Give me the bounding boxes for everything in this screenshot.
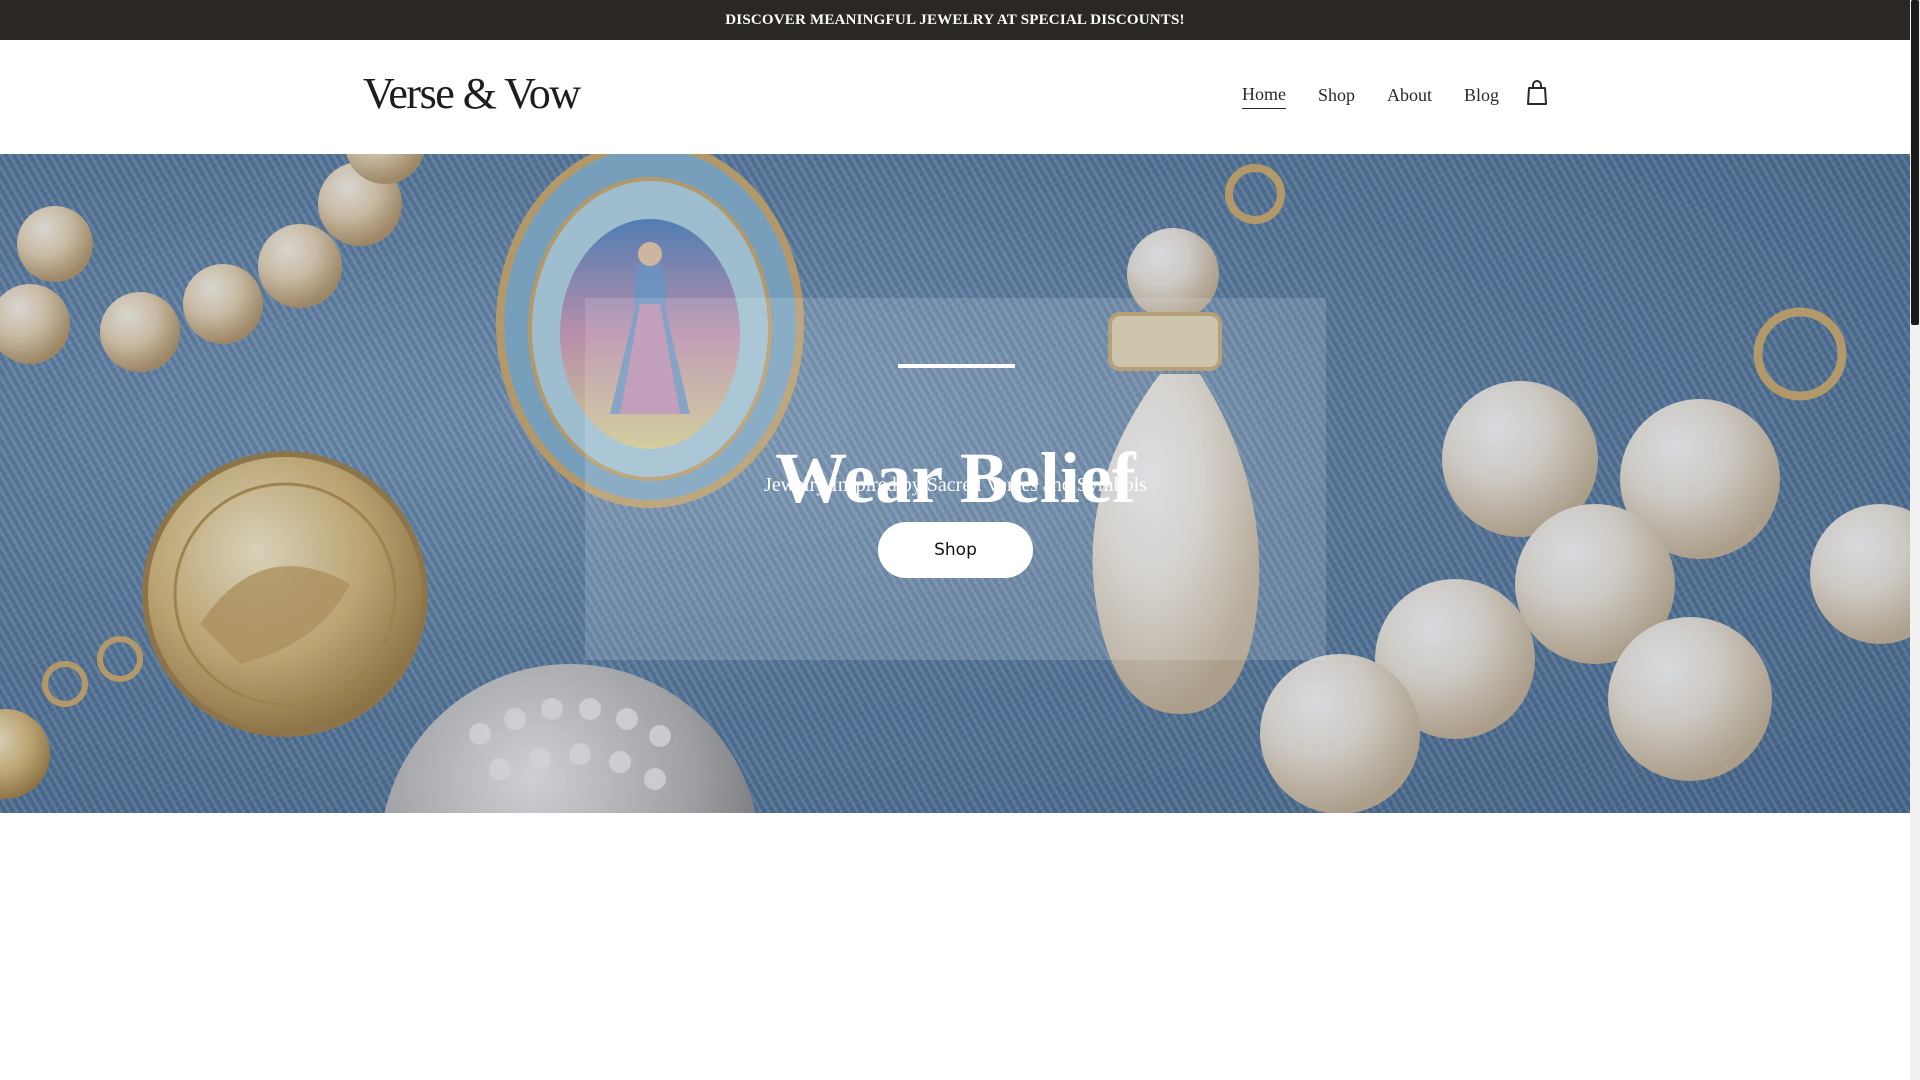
nav-shop[interactable]: Shop: [1318, 85, 1355, 109]
nav-blog[interactable]: Blog: [1464, 85, 1499, 109]
page-scrollbar[interactable]: [1910, 0, 1920, 1080]
hero-shop-button[interactable]: Shop: [878, 522, 1033, 578]
hero-section: Wear Belief Jewelry Inspired by Sacred V…: [0, 154, 1910, 813]
main-nav: Home Shop About Blog: [1242, 84, 1499, 109]
announcement-bar: DISCOVER MEANINGFUL JEWELRY AT SPECIAL D…: [0, 0, 1910, 40]
announcement-text: DISCOVER MEANINGFUL JEWELRY AT SPECIAL D…: [725, 11, 1185, 28]
hero-subtitle: Jewelry Inspired by Sacred Verses and Sy…: [764, 474, 1147, 496]
logo[interactable]: Verse & Vow: [363, 68, 581, 119]
nav-about[interactable]: About: [1387, 85, 1432, 109]
site-header: Verse & Vow Home Shop About Blog: [0, 40, 1910, 154]
hero-divider: [898, 364, 1015, 368]
scrollbar-thumb[interactable]: [1911, 0, 1919, 325]
page: DISCOVER MEANINGFUL JEWELRY AT SPECIAL D…: [0, 0, 1910, 1080]
shopping-bag-icon[interactable]: [1526, 80, 1548, 106]
nav-home[interactable]: Home: [1242, 84, 1286, 109]
